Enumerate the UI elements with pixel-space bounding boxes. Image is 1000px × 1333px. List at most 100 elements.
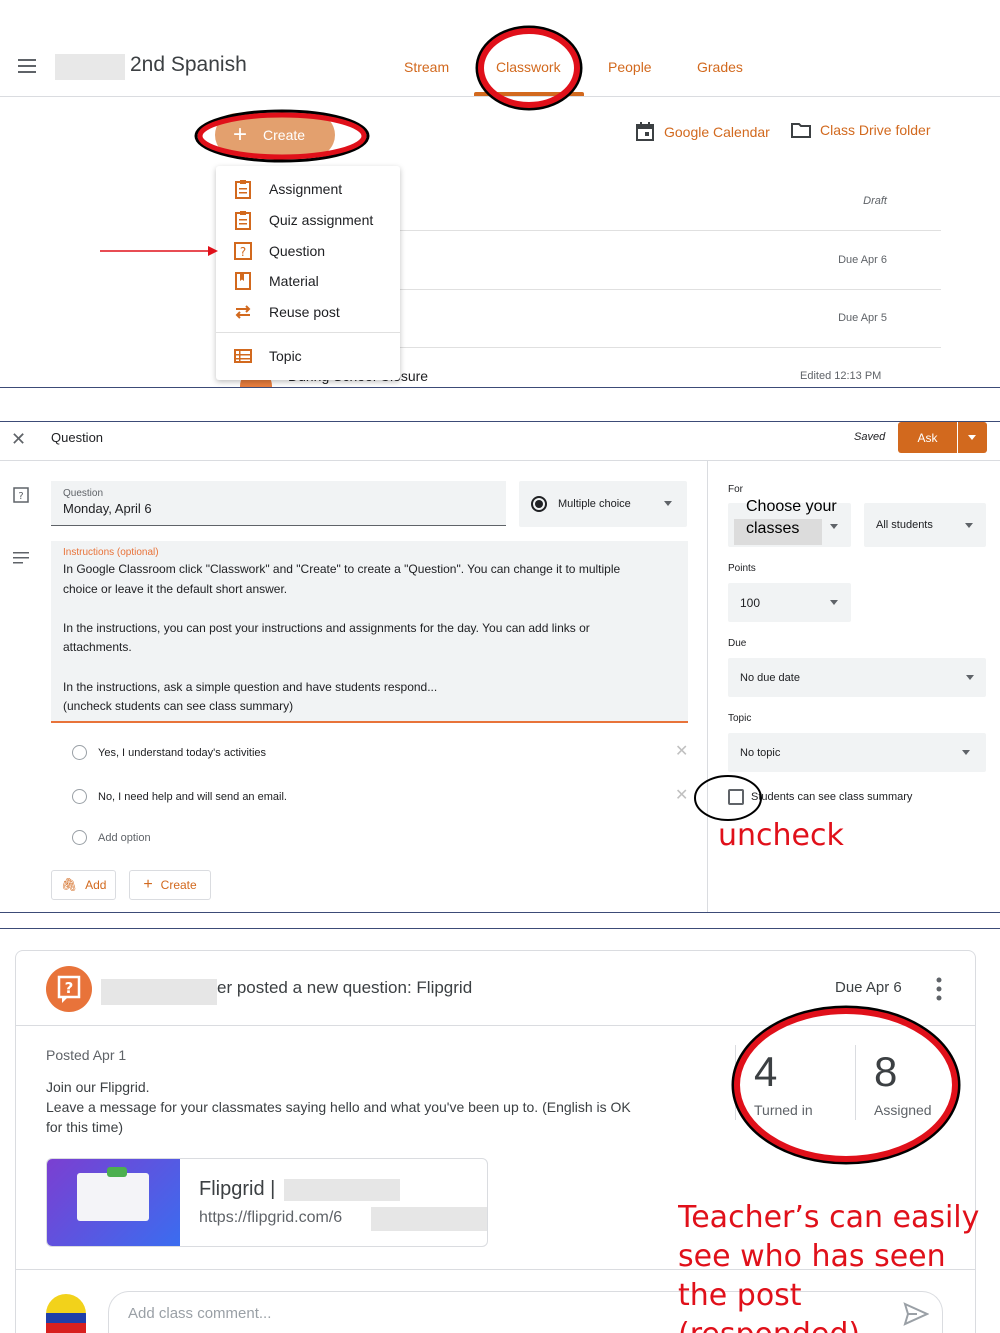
answer-option-label: No, I need help and will send an email. <box>98 790 287 803</box>
google-calendar-link[interactable]: Google Calendar <box>636 122 770 141</box>
chevron-down-icon <box>830 600 838 605</box>
annotation-line: Teacher’s can easily <box>678 1200 980 1235</box>
question-type-icon: ? <box>13 487 29 510</box>
question-icon: ? <box>232 240 254 262</box>
annotation-line: (responded) <box>678 1315 998 1333</box>
classwork-row[interactable]: Draft <box>400 175 941 231</box>
question-field[interactable]: Question Monday, April 6 <box>51 481 506 526</box>
menu-item-reuse-post[interactable]: Reuse post <box>232 301 340 323</box>
menu-item-assignment[interactable]: Assignment <box>232 178 342 200</box>
add-attachment-button[interactable]: 🖇 Add <box>51 870 116 900</box>
panel2-bottom-border <box>0 912 1000 913</box>
chevron-down-icon <box>962 750 970 755</box>
radio-selected-icon <box>531 496 547 512</box>
create-button-label: Create <box>160 878 197 892</box>
hamburger-menu-icon[interactable] <box>18 59 36 73</box>
post-date: Posted Apr 1 <box>46 1047 127 1063</box>
points-label: Points <box>728 563 756 574</box>
add-option[interactable]: Add option <box>72 830 151 845</box>
class-summary-label: Students can see class summary <box>751 791 913 803</box>
menu-divider <box>216 332 400 333</box>
ask-button[interactable]: Ask <box>898 422 957 453</box>
panel3-top-border <box>0 928 1000 929</box>
menu-item-question[interactable]: ? Question <box>232 240 325 262</box>
question-type-label: Multiple choice <box>558 498 631 510</box>
instructions-field-label: Instructions (optional) <box>63 547 159 558</box>
points-select[interactable]: 100 <box>728 583 851 622</box>
topic-value: No topic <box>740 746 781 759</box>
post-body-line: Join our Flipgrid. <box>46 1079 150 1095</box>
topic-list-icon <box>232 345 254 367</box>
instructions-line: (uncheck students can see class summary) <box>63 699 294 714</box>
classes-select[interactable]: Choose your classes <box>728 498 851 547</box>
stats-highlight-circle <box>731 1005 961 1165</box>
link-attachment[interactable]: Flipgrid | https://flipgrid.com/6 <box>46 1158 488 1247</box>
answer-option[interactable]: Yes, I understand today's activities <box>72 745 266 760</box>
post-title[interactable]: er posted a new question: Flipgrid <box>217 978 472 998</box>
create-attachment-button[interactable]: + Create <box>129 870 211 900</box>
instructions-field[interactable]: Instructions (optional) In Google Classr… <box>51 541 688 723</box>
menu-item-label: Topic <box>269 348 302 364</box>
redacted-block <box>371 1207 487 1231</box>
for-label: For <box>728 484 743 495</box>
close-icon[interactable]: ✕ <box>11 429 26 450</box>
arrow-annotation <box>100 246 218 256</box>
due-date-value: No due date <box>740 671 800 684</box>
students-select[interactable]: All students <box>864 503 986 547</box>
link-thumbnail <box>47 1159 180 1246</box>
radio-icon <box>72 745 87 760</box>
points-value: 100 <box>740 595 761 610</box>
menu-item-topic[interactable]: Topic <box>232 345 302 367</box>
classwork-highlight-circle <box>475 25 583 111</box>
link-url: https://flipgrid.com/6 <box>199 1209 343 1226</box>
classwork-row[interactable]: Due Apr 5 <box>400 290 941 348</box>
calendar-icon <box>636 122 654 141</box>
classwork-row[interactable]: Due Apr 6 <box>400 231 941 290</box>
add-option-label: Add option <box>98 831 151 844</box>
question-header: ✕ Question Saved Ask <box>0 422 1000 461</box>
chevron-down-icon <box>830 524 838 529</box>
redacted-block <box>101 979 217 1005</box>
remove-option-icon[interactable]: ✕ <box>675 741 688 761</box>
question-post-icon: ? <box>46 966 92 1012</box>
annotation-line: see who has seen <box>678 1239 946 1274</box>
class-drive-folder-link[interactable]: Class Drive folder <box>791 122 930 138</box>
comment-placeholder: Add class comment... <box>128 1305 272 1322</box>
instructions-line: In the instructions, you can post your i… <box>63 620 590 635</box>
repeat-icon <box>232 301 254 323</box>
avatar <box>46 1294 86 1333</box>
thumbnail-badge <box>107 1167 127 1177</box>
instructions-line: choice or leave it the default short ans… <box>63 581 288 596</box>
tab-grades[interactable]: Grades <box>697 59 743 75</box>
due-label: Due <box>728 638 747 649</box>
redacted-block <box>284 1179 400 1201</box>
tab-people[interactable]: People <box>608 59 652 75</box>
tab-stream[interactable]: Stream <box>404 59 449 75</box>
menu-item-quiz-assignment[interactable]: Quiz assignment <box>232 209 373 231</box>
post-body-line: for this time) <box>46 1119 124 1135</box>
uncheck-annotation: uncheck <box>718 818 844 853</box>
row-due: Due Apr 5 <box>838 312 887 324</box>
chevron-down-icon <box>965 523 973 528</box>
answer-option[interactable]: No, I need help and will send an email. <box>72 789 287 804</box>
folder-icon <box>791 122 811 138</box>
remove-option-icon[interactable]: ✕ <box>675 785 688 805</box>
menu-item-label: Reuse post <box>269 304 340 320</box>
menu-item-label: Question <box>269 243 326 259</box>
saved-status: Saved <box>854 431 886 443</box>
row-due: Due Apr 6 <box>838 254 887 266</box>
chevron-down-icon <box>966 675 974 680</box>
panel1-bottom-border <box>0 387 1000 388</box>
svg-text:?: ? <box>65 979 74 997</box>
question-type-select[interactable]: Multiple choice <box>519 481 687 527</box>
topic-select[interactable]: No topic <box>728 733 986 772</box>
students-select-label: All students <box>876 519 933 531</box>
due-date-select[interactable]: No due date <box>728 658 986 697</box>
thumbnail-card <box>77 1173 149 1221</box>
quiz-icon <box>232 209 254 231</box>
radio-icon <box>72 789 87 804</box>
menu-item-label: Material <box>269 273 319 289</box>
menu-item-material[interactable]: Material <box>232 270 319 292</box>
row-status: Draft <box>863 195 887 207</box>
ask-dropdown-button[interactable] <box>958 422 987 453</box>
